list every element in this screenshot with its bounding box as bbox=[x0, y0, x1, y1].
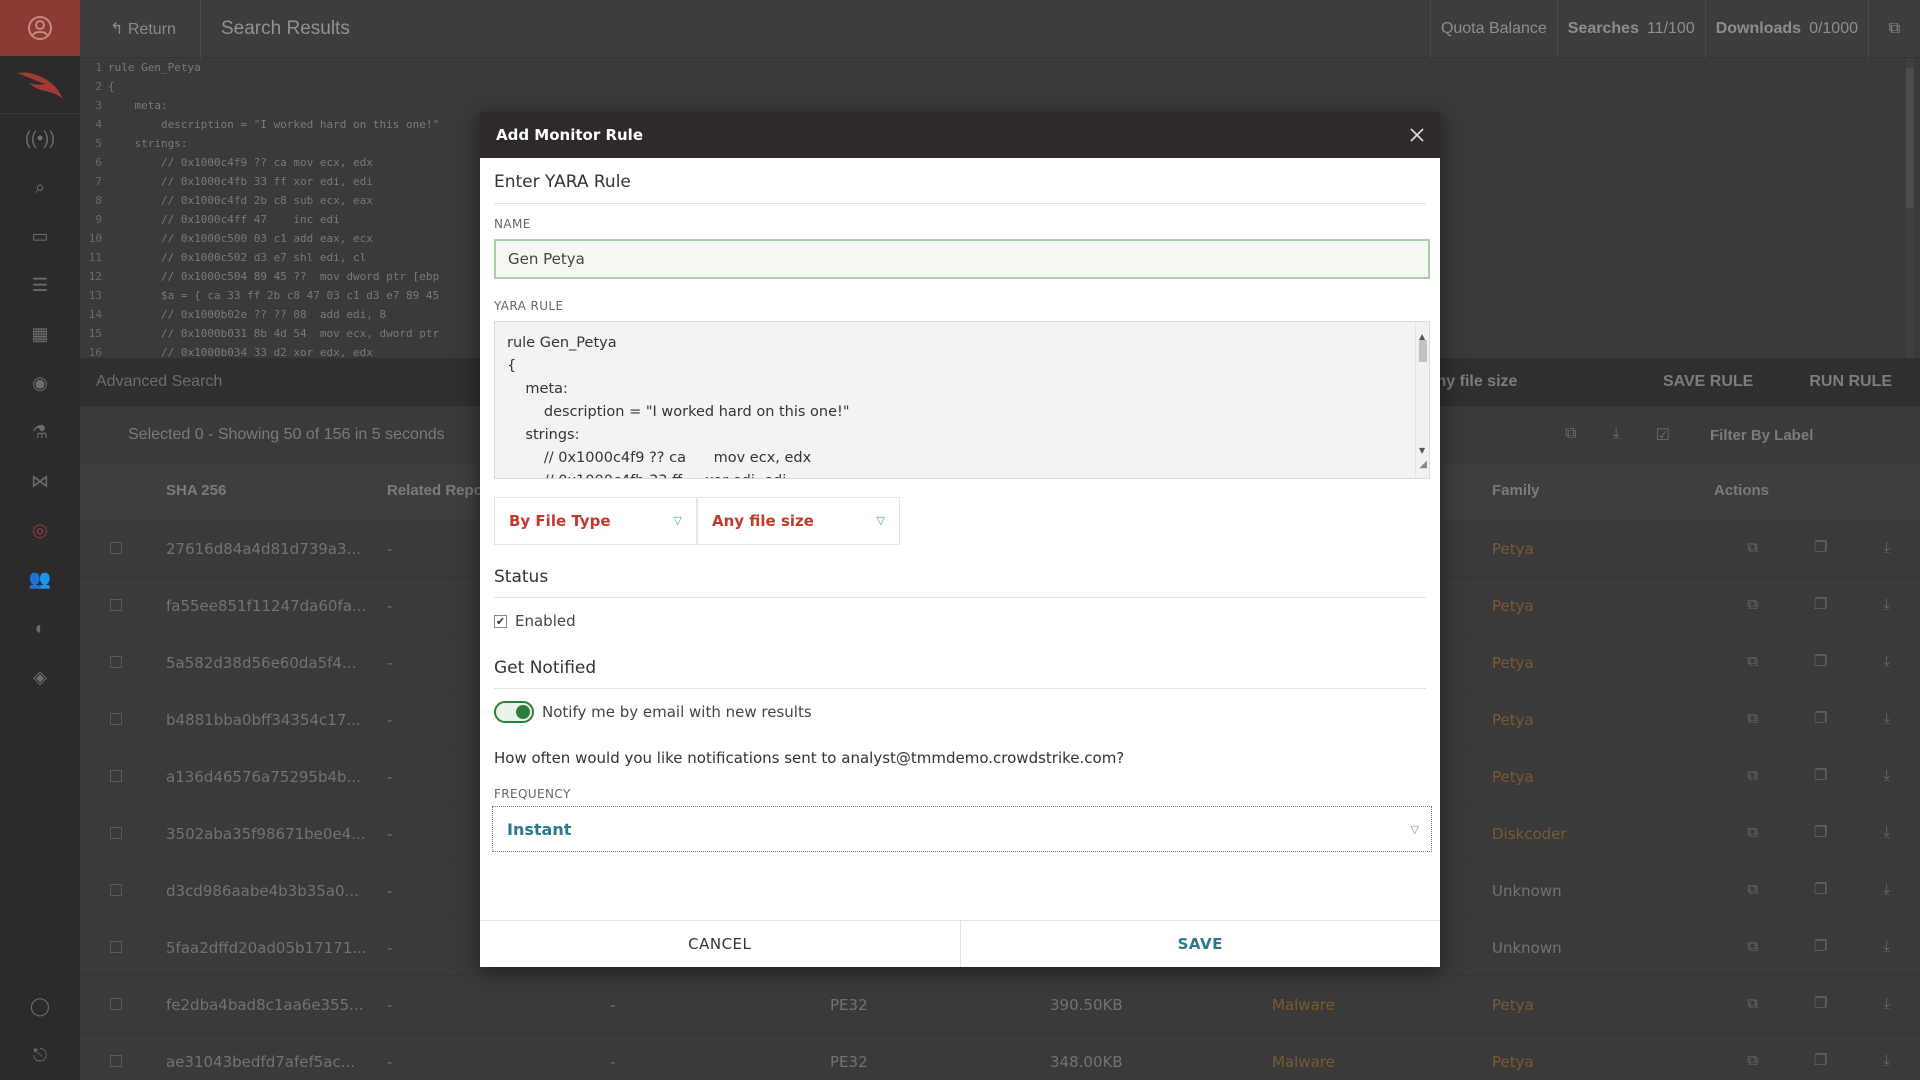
enabled-checkbox[interactable]: ✔ bbox=[494, 614, 507, 628]
app-root: ((•)) ⌕ ▭ ☰ ▦ ◉ ⚗ ⋈ ◎ 👥 ◐ ◈ ◯ ⎋ ↰ Return… bbox=[0, 0, 1920, 1080]
frequency-label: FREQUENCY bbox=[494, 787, 571, 801]
notify-row: Notify me by email with new results bbox=[494, 689, 1426, 723]
notification-question: How often would you like notifications s… bbox=[494, 749, 1125, 767]
status-title: Status bbox=[494, 545, 1426, 598]
dialog-title: Add Monitor Rule bbox=[496, 126, 643, 144]
file-size-value: Any file size bbox=[712, 512, 814, 530]
dialog-header: Add Monitor Rule bbox=[480, 112, 1440, 158]
yara-rule-label: YARA RULE bbox=[494, 299, 564, 313]
enabled-label: Enabled bbox=[515, 612, 576, 630]
toggle-knob bbox=[516, 705, 530, 719]
cancel-button[interactable]: CANCEL bbox=[480, 921, 961, 967]
file-type-value: By File Type bbox=[509, 512, 611, 530]
notify-label: Notify me by email with new results bbox=[542, 703, 812, 721]
save-button[interactable]: SAVE bbox=[961, 921, 1441, 967]
name-label: NAME bbox=[494, 217, 531, 231]
dialog-footer: CANCEL SAVE bbox=[480, 920, 1440, 967]
frequency-select[interactable]: Instant ▽ bbox=[492, 806, 1432, 852]
file-size-select[interactable]: Any file size ▽ bbox=[697, 497, 900, 545]
rule-filters: By File Type ▽ Any file size ▽ bbox=[494, 497, 1426, 545]
resize-grip-icon[interactable]: ◢ bbox=[1419, 453, 1427, 476]
close-button[interactable] bbox=[1394, 112, 1440, 158]
file-type-select[interactable]: By File Type ▽ bbox=[494, 497, 697, 545]
enter-yara-title: Enter YARA Rule bbox=[494, 158, 1426, 204]
yara-scroll-thumb[interactable] bbox=[1419, 340, 1427, 362]
enabled-row: ✔ Enabled bbox=[494, 598, 1426, 630]
frequency-value: Instant bbox=[507, 819, 572, 839]
chevron-down-icon: ▽ bbox=[673, 514, 682, 527]
dialog-body: Enter YARA Rule NAME Gen Petya YARA RULE… bbox=[480, 158, 1440, 852]
get-notified-title: Get Notified bbox=[494, 630, 1426, 689]
notify-email-toggle[interactable] bbox=[494, 701, 534, 723]
checkmark-icon: ✔ bbox=[495, 614, 506, 628]
chevron-down-icon: ▽ bbox=[876, 514, 885, 527]
chevron-down-icon: ▽ bbox=[1410, 823, 1419, 836]
rule-name-input[interactable]: Gen Petya bbox=[494, 239, 1430, 279]
add-monitor-rule-dialog: Add Monitor Rule Enter YARA Rule NAME Ge… bbox=[480, 112, 1440, 967]
yara-rule-text: rule Gen_Petya { meta: description = "I … bbox=[507, 335, 850, 478]
close-icon bbox=[1410, 128, 1424, 142]
yara-rule-textarea[interactable]: rule Gen_Petya { meta: description = "I … bbox=[494, 321, 1430, 479]
